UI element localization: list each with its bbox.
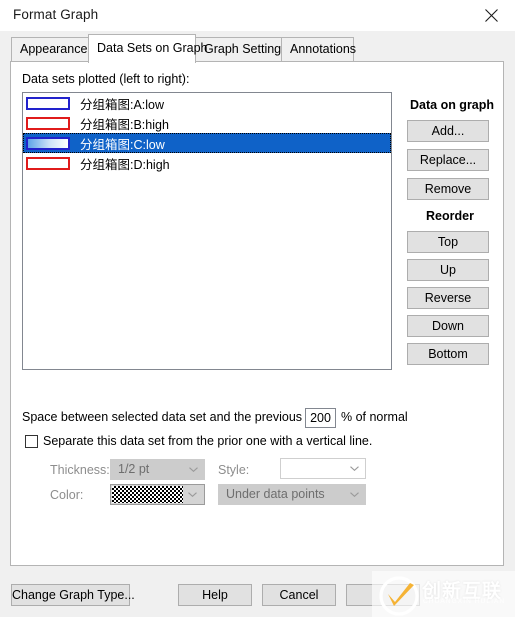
reorder-bottom-button[interactable]: Bottom [407, 343, 489, 365]
remove-button[interactable]: Remove [407, 178, 489, 200]
reorder-down-button[interactable]: Down [407, 315, 489, 337]
data-sets-listbox[interactable]: 分组箱图:A:low 分组箱图:B:high 分组箱图:C:low 分组箱图:D… [22, 92, 392, 370]
line-position-value: Under data points [226, 487, 325, 501]
thickness-combo[interactable]: 1/2 pt [110, 459, 205, 480]
list-item-selected[interactable]: 分组箱图:C:low [23, 133, 391, 153]
dataset-label: 分组箱图:C:low [80, 137, 165, 152]
spacing-suffix: % of normal [341, 410, 408, 424]
close-button[interactable] [469, 0, 515, 31]
spacing-label: Space between selected data set and the … [22, 410, 330, 424]
list-item[interactable]: 分组箱图:D:high [23, 153, 391, 173]
line-position-combo[interactable]: Under data points [218, 484, 366, 505]
add-button[interactable]: Add... [407, 120, 489, 142]
tab-appearance[interactable]: Appearance [11, 37, 89, 62]
tab-graph-settings[interactable]: Graph Settings [195, 37, 287, 62]
chevron-down-icon [350, 466, 359, 471]
tab-strip: Appearance Data Sets on Graph Graph Sett… [0, 31, 515, 63]
replace-button[interactable]: Replace... [407, 149, 489, 171]
dataset-color-swatch [26, 116, 70, 130]
reorder-heading: Reorder [426, 209, 474, 223]
dataset-label: 分组箱图:A:low [80, 97, 165, 112]
color-combo-arrow-zone[interactable] [183, 486, 203, 503]
separate-checkbox[interactable] [25, 435, 38, 448]
reorder-up-button[interactable]: Up [407, 259, 489, 281]
dataset-label: 分组箱图:D:high [80, 157, 170, 172]
chevron-down-icon [188, 492, 197, 497]
separate-label: Separate this data set from the prior on… [43, 434, 373, 448]
watermark-pinyin-text: CHUANGXIN HULIAN [423, 598, 506, 605]
watermark-chinese-text: 创新互联 [422, 581, 503, 602]
change-graph-type-button[interactable]: Change Graph Type... [11, 584, 135, 606]
style-combo[interactable] [280, 458, 366, 479]
color-combo[interactable] [110, 484, 205, 505]
color-label: Color: [50, 488, 84, 502]
style-label: Style: [218, 463, 250, 477]
list-item[interactable]: 分组箱图:A:low [23, 93, 391, 113]
chevron-down-icon [189, 467, 198, 472]
tab-data-sets-on-graph[interactable]: Data Sets on Graph [88, 34, 207, 63]
thickness-label: Thickness: [50, 463, 110, 477]
dataset-color-swatch [26, 136, 70, 150]
dataset-color-swatch [26, 96, 70, 110]
tab-annotations[interactable]: Annotations [281, 37, 356, 62]
chevron-down-icon [350, 492, 359, 497]
data-on-graph-heading: Data on graph [410, 98, 495, 112]
cancel-button[interactable]: Cancel [262, 584, 336, 606]
ok-button[interactable] [346, 584, 420, 606]
reorder-top-button[interactable]: Top [407, 231, 489, 253]
close-icon [485, 9, 498, 22]
color-preview-swatch [112, 486, 184, 503]
reorder-reverse-button[interactable]: Reverse [407, 287, 489, 309]
window-title: Format Graph [13, 7, 99, 22]
title-bar: Format Graph [0, 0, 515, 32]
spacing-input[interactable] [305, 408, 336, 428]
dataset-label: 分组箱图:B:high [80, 117, 169, 132]
dataset-color-swatch [26, 156, 70, 170]
list-label: Data sets plotted (left to right): [22, 72, 190, 86]
thickness-value: 1/2 pt [118, 462, 150, 476]
list-item[interactable]: 分组箱图:B:high [23, 113, 391, 133]
help-button[interactable]: Help [178, 584, 252, 606]
